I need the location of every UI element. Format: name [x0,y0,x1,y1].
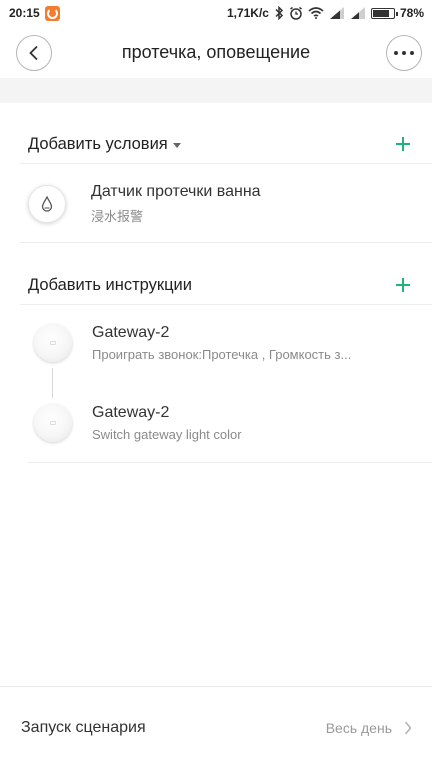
bluetooth-icon [274,6,284,20]
battery-fill [372,9,389,17]
instruction-title: Gateway-2 [92,324,170,341]
gateway-icon [34,404,72,442]
more-button[interactable] [386,35,422,71]
instructions-header: Добавить инструкции [0,265,432,305]
scenario-launch-value: Весь день [325,719,392,736]
instruction-item[interactable]: Gateway-2 Проиграть звонок:Протечка , Гр… [0,324,432,362]
instructions-title: Добавить инструкции [28,275,192,294]
status-time: 20:15 [9,6,40,20]
water-drop-icon [28,185,66,223]
alarm-icon [289,6,303,20]
scenario-launch-label: Запуск сценария [21,718,146,736]
add-instruction-plus-icon[interactable] [394,276,412,294]
chevron-left-icon [28,45,40,61]
signal-icon [329,7,345,19]
battery-icon [370,7,398,19]
back-button[interactable] [16,35,52,71]
instruction-subtitle: Проиграть звонок:Протечка , Громкость з.… [92,347,352,362]
app-notification-icon [44,5,60,21]
divider [28,462,432,463]
connector-line [52,368,53,398]
wifi-icon [308,7,324,19]
instruction-title: Gateway-2 [92,404,170,421]
divider [20,242,432,243]
condition-subtitle: 浸水报警 [91,209,144,224]
chevron-right-icon [404,721,412,735]
status-bar: 20:15 1,71K/c 78% [0,0,432,26]
add-conditions-dropdown[interactable]: Добавить условия [28,135,181,154]
header: протечка, оповещение [0,26,432,78]
gateway-icon [34,324,72,362]
conditions-title: Добавить условия [28,134,168,153]
network-speed: 1,71K/c [226,6,269,20]
caret-down-icon [172,142,181,148]
battery-percent: 78% [399,6,424,20]
divider [20,304,432,305]
signal-icon-2 [350,7,366,19]
instruction-subtitle: Switch gateway light color [92,427,242,442]
more-icon [394,51,414,55]
section-separator [0,78,432,103]
add-condition-plus-icon[interactable] [394,135,412,153]
conditions-header: Добавить условия [0,124,432,164]
condition-item[interactable]: Датчик протечки ванна 浸水报警 [0,183,432,225]
condition-title: Датчик протечки ванна [91,183,261,200]
divider [20,163,432,164]
page-title: протечка, оповещение [121,41,311,62]
scenario-launch-row[interactable]: Запуск сценария Весь день [0,686,432,768]
instruction-item[interactable]: Gateway-2 Switch gateway light color [0,404,432,442]
